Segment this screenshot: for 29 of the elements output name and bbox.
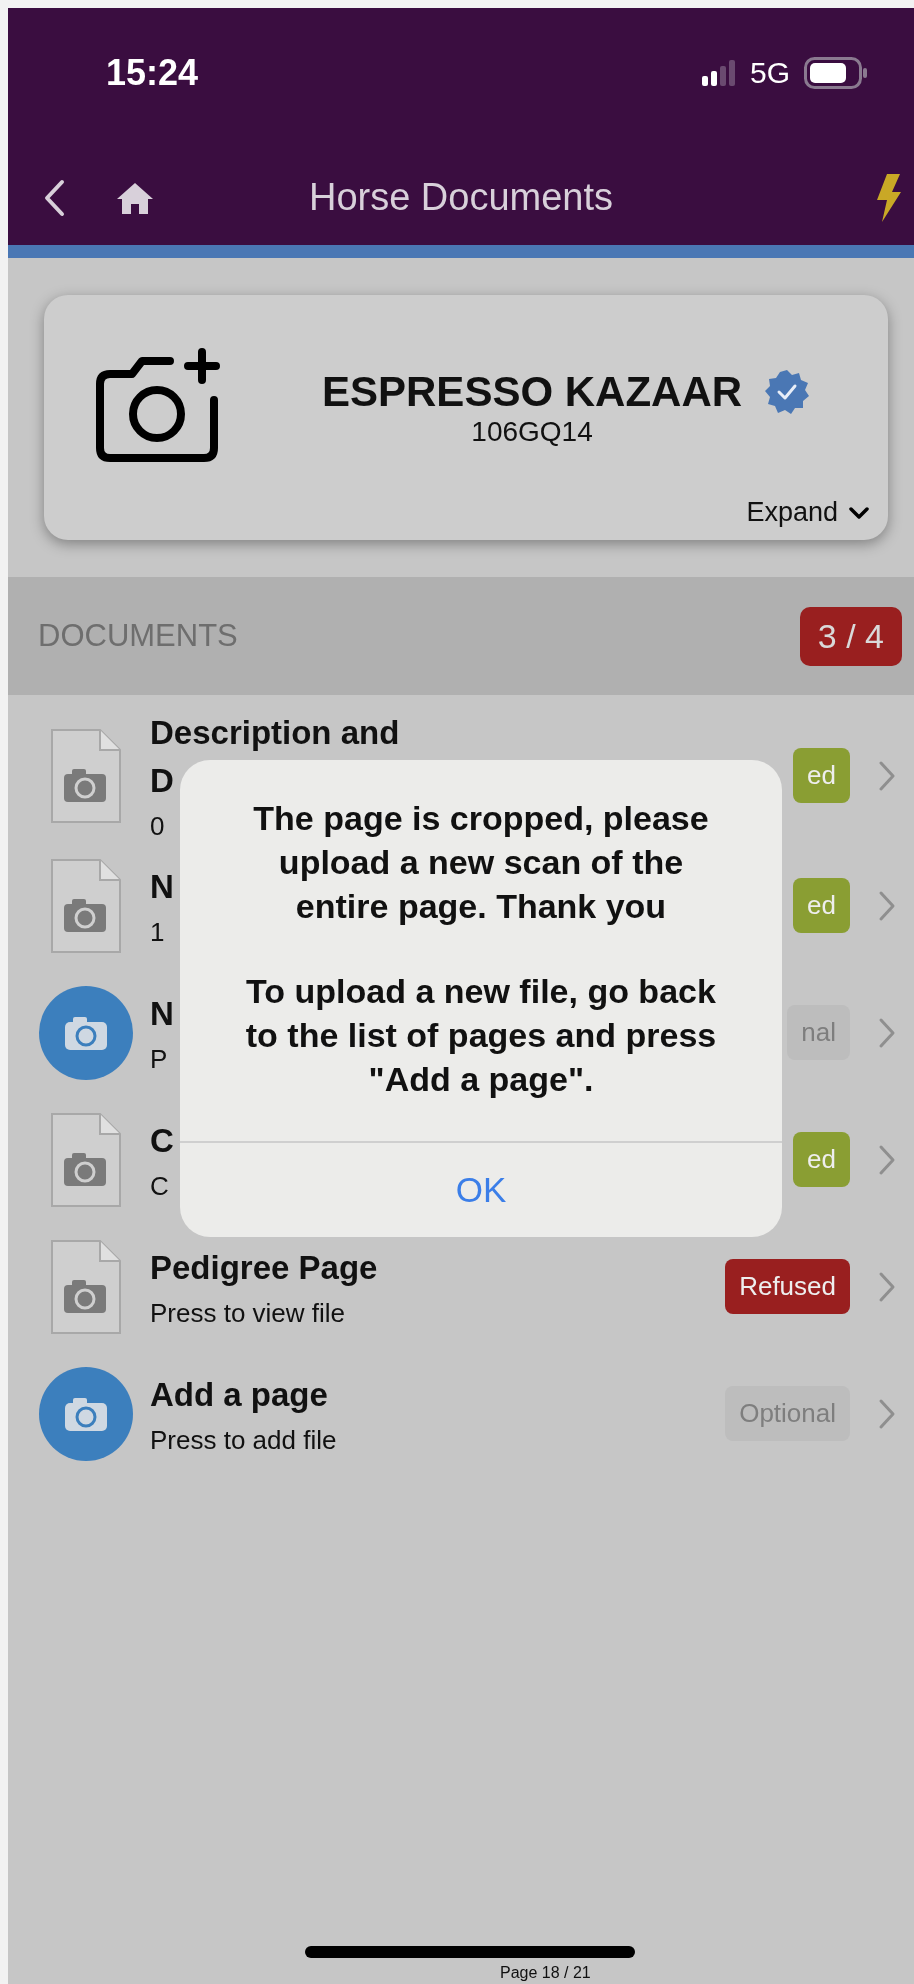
page-title: Horse Documents — [308, 176, 614, 219]
status-time: 15:24 — [106, 52, 199, 94]
document-title: N — [150, 994, 174, 1034]
document-subtitle: 0 — [150, 811, 165, 842]
document-title: N — [150, 867, 174, 907]
document-title: C — [150, 1121, 174, 1161]
document-title: D — [150, 761, 174, 801]
document-subtitle: 1 — [150, 917, 165, 948]
alert-message: To upload a new file, go back to the list of pages and press "Add a page". — [244, 970, 718, 1100]
network-label: 5G — [749, 56, 790, 90]
document-subtitle: Press to add file — [150, 1425, 337, 1456]
horse-name: ESPRESSO KAZAAR — [322, 367, 743, 416]
status-badge: Optional — [725, 1386, 850, 1441]
status-badge: Refused — [725, 1259, 850, 1314]
document-subtitle: P — [150, 1044, 168, 1075]
status-badge: ed — [793, 1132, 850, 1187]
status-badge: nal — [787, 1005, 850, 1060]
document-title: Add a page — [150, 1375, 328, 1415]
document-title: Description and — [150, 713, 400, 753]
page-counter: Page 18 / 21 — [500, 1964, 591, 1982]
section-title: DOCUMENTS — [38, 618, 238, 654]
horse-id: 106GQ14 — [471, 415, 593, 448]
document-title: Pedigree Page — [150, 1248, 378, 1288]
document-subtitle: C — [150, 1171, 169, 1202]
alert-message: The page is cropped, please upload a new scan of the entire page. Thank you — [252, 798, 710, 928]
document-counter: 3 / 4 — [799, 606, 902, 666]
status-badge: ed — [793, 748, 850, 803]
status-badge: ed — [793, 878, 850, 933]
document-subtitle: Press to view file — [150, 1298, 346, 1329]
